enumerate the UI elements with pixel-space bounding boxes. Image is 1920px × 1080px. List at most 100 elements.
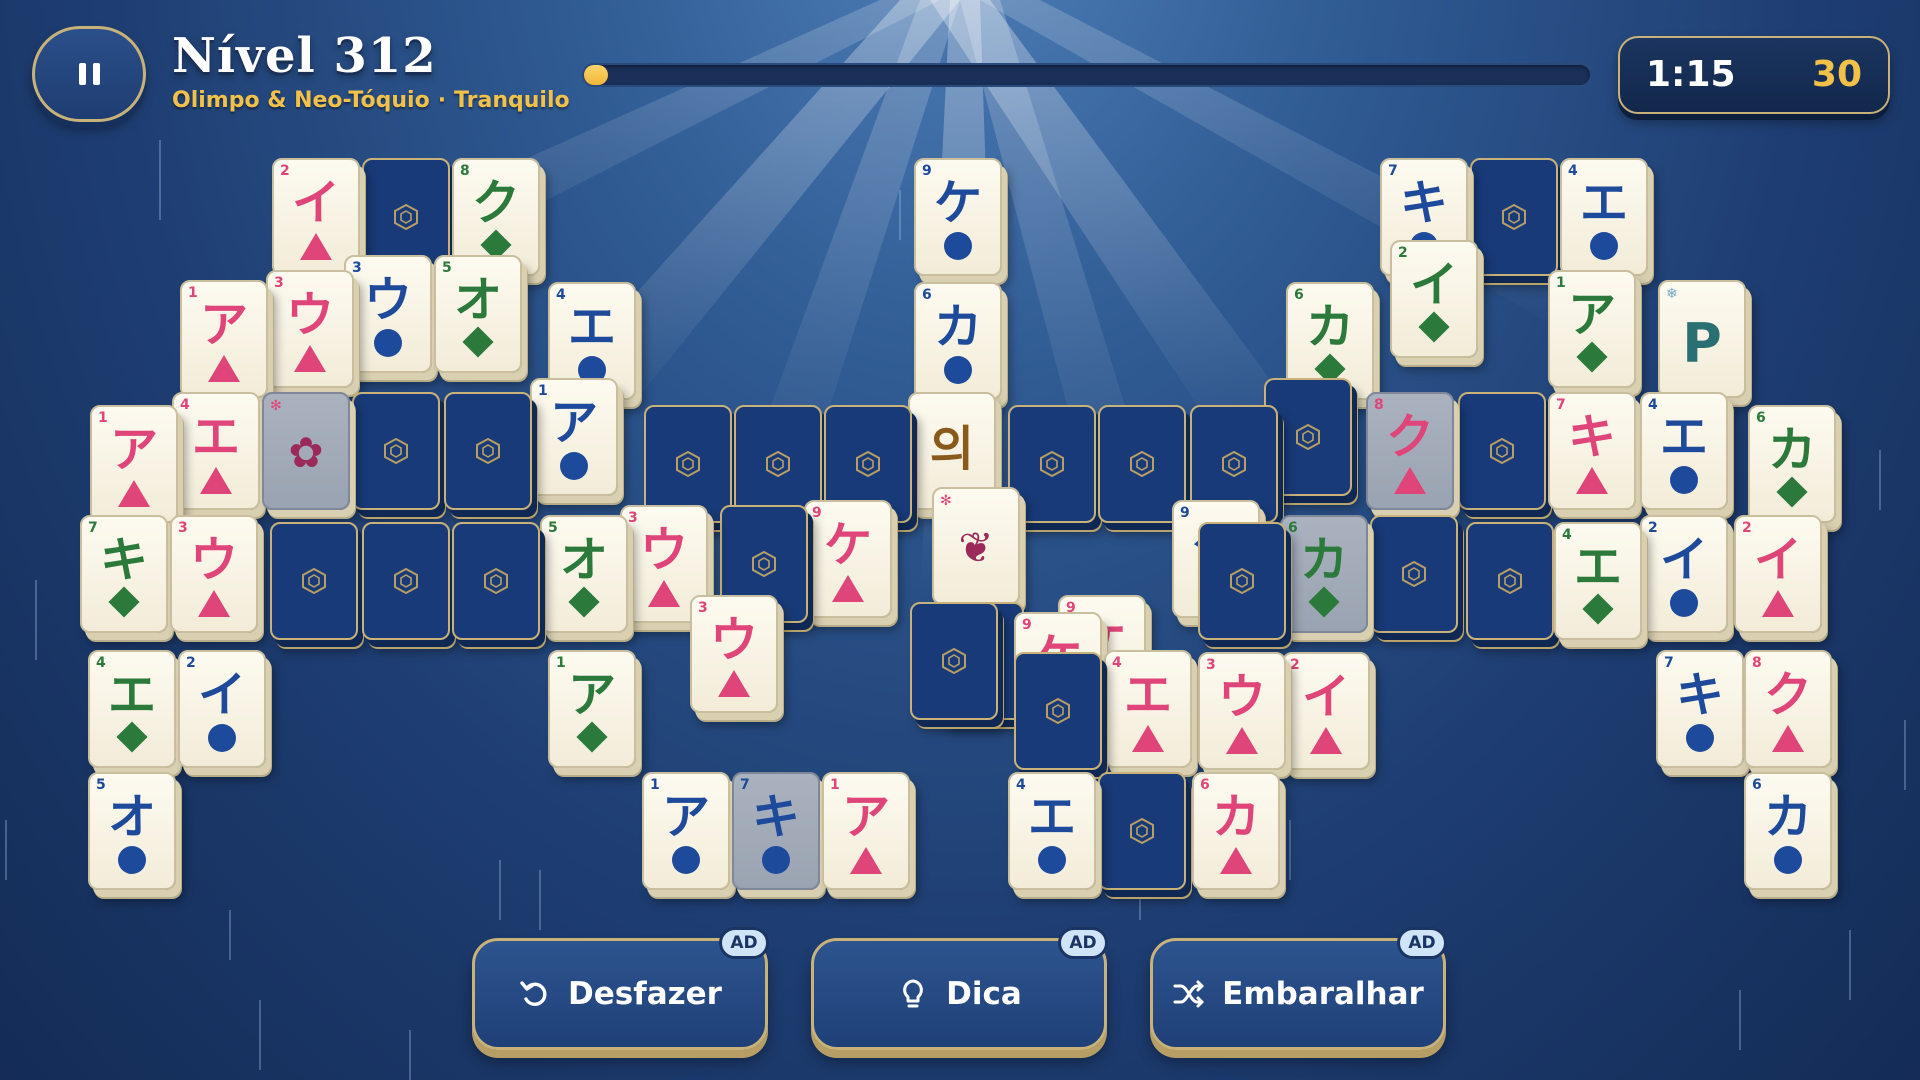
tile-glyph: キ: [1399, 175, 1448, 231]
mahjong-tile[interactable]: 2イ: [1390, 240, 1478, 358]
tile-back[interactable]: [1370, 515, 1458, 633]
tile-glyph: ウ: [189, 532, 238, 588]
mahjong-tile[interactable]: 2イ: [178, 650, 266, 768]
circle-icon: [208, 724, 236, 752]
mahjong-tile[interactable]: 1ア: [90, 405, 178, 523]
tile-back[interactable]: [352, 392, 440, 510]
ad-badge: AD: [1397, 927, 1447, 959]
tile-glyph: キ: [99, 532, 148, 588]
circle-icon: [1686, 724, 1714, 752]
mahjong-tile[interactable]: 1ア: [548, 650, 636, 768]
mahjong-tile[interactable]: 6カ: [1744, 772, 1832, 890]
hint-button[interactable]: Dica AD: [811, 927, 1108, 1050]
hexagon-icon: [1230, 567, 1254, 595]
flower-tag-icon: ✻: [270, 398, 282, 414]
tile-glyph: カ: [1211, 789, 1260, 845]
mahjong-tile[interactable]: 7キ: [80, 515, 168, 633]
circle-icon: [1038, 846, 1066, 874]
tile-back[interactable]: [1466, 522, 1554, 640]
tile-back[interactable]: [910, 602, 998, 720]
diamond-icon: [116, 721, 148, 753]
triangle-icon: [850, 847, 882, 874]
tile-back[interactable]: [270, 522, 358, 640]
mahjong-tile[interactable]: 7キ: [732, 772, 820, 890]
tile-back[interactable]: [1098, 772, 1186, 890]
tile-back[interactable]: [1008, 405, 1096, 523]
hexagon-icon: [476, 437, 500, 465]
circle-icon: [672, 846, 700, 874]
tile-glyph: エ: [567, 299, 616, 355]
tile-back[interactable]: [1470, 158, 1558, 276]
mahjong-tile[interactable]: 3ウ: [690, 595, 778, 713]
tile-back[interactable]: [444, 392, 532, 510]
tile-glyph: ク: [1385, 409, 1434, 465]
undo-button[interactable]: Desfazer AD: [472, 927, 769, 1050]
mahjong-tile[interactable]: 4エ: [172, 392, 260, 510]
mahjong-tile[interactable]: 2イ: [1282, 652, 1370, 770]
tile-back[interactable]: [1014, 652, 1102, 770]
mahjong-tile[interactable]: 5オ: [434, 255, 522, 373]
mahjong-tile[interactable]: 4エ: [1560, 158, 1648, 276]
shuffle-button[interactable]: Embaralhar AD: [1150, 927, 1447, 1050]
mahjong-tile[interactable]: 1ア: [530, 378, 618, 496]
hexagon-icon: [384, 437, 408, 465]
mahjong-tile[interactable]: 7キ: [1548, 392, 1636, 510]
mahjong-tile[interactable]: 1ア: [642, 772, 730, 890]
undo-icon: [520, 981, 547, 1006]
diamond-icon: [1576, 341, 1608, 373]
hexagon-icon: [484, 567, 508, 595]
tile-glyph: ア: [109, 422, 158, 478]
mahjong-tile[interactable]: 9ケ: [804, 500, 892, 618]
mahjong-tile[interactable]: 6カ: [1280, 515, 1368, 633]
flower-icon: ✿: [288, 428, 324, 478]
mahjong-tile[interactable]: 2イ: [1734, 515, 1822, 633]
mahjong-tile[interactable]: 6カ: [914, 282, 1002, 400]
mahjong-tile[interactable]: 9ケ: [914, 158, 1002, 276]
triangle-icon: [1762, 590, 1794, 617]
flower-tile[interactable]: ✻ ✿: [262, 392, 350, 510]
mahjong-tile[interactable]: 8ク: [1366, 392, 1454, 510]
tile-glyph: カ: [1767, 422, 1816, 478]
mahjong-tile[interactable]: 6カ: [1748, 405, 1836, 523]
mahjong-tile[interactable]: 3ウ: [266, 270, 354, 388]
tile-glyph: エ: [191, 409, 240, 465]
mahjong-tile[interactable]: 5オ: [540, 515, 628, 633]
tile-glyph: エ: [1573, 539, 1622, 595]
triangle-icon: [718, 670, 750, 697]
shuffle-label: Embaralhar: [1222, 976, 1424, 1012]
tile-back[interactable]: [362, 522, 450, 640]
triangle-icon: [1220, 847, 1252, 874]
mahjong-tile[interactable]: 6カ: [1192, 772, 1280, 890]
tile-back[interactable]: [1458, 392, 1546, 510]
tile-glyph: エ: [1123, 667, 1172, 723]
season-tile[interactable]: ❄ P: [1658, 280, 1746, 398]
mahjong-tile[interactable]: 4エ: [1104, 650, 1192, 768]
shuffle-icon: [1173, 980, 1204, 1008]
mahjong-tile[interactable]: 1ア: [822, 772, 910, 890]
mahjong-tile[interactable]: 3ウ: [344, 255, 432, 373]
mahjong-tile[interactable]: 3ウ: [1198, 652, 1286, 770]
tile-glyph: オ: [559, 532, 608, 588]
tile-back[interactable]: [1198, 522, 1286, 640]
diamond-icon: [576, 721, 608, 753]
mahjong-tile[interactable]: 7キ: [1656, 650, 1744, 768]
mahjong-tile[interactable]: 1ア: [1548, 270, 1636, 388]
mahjong-tile[interactable]: 8ク: [1744, 650, 1832, 768]
flower-tile[interactable]: ✻ ❦: [932, 487, 1020, 605]
mahjong-tile[interactable]: 4エ: [88, 650, 176, 768]
mahjong-tile[interactable]: 3ウ: [170, 515, 258, 633]
mahjong-tile[interactable]: 4エ: [1554, 522, 1642, 640]
mahjong-tile[interactable]: 4エ: [1008, 772, 1096, 890]
lightbulb-icon: [903, 979, 923, 1008]
tile-glyph: カ: [1299, 532, 1348, 588]
tile-back[interactable]: [452, 522, 540, 640]
hexagon-icon: [1046, 697, 1070, 725]
season-letter: P: [1682, 312, 1722, 375]
mahjong-tile[interactable]: 5オ: [88, 772, 176, 890]
mahjong-tile[interactable]: 4エ: [1640, 392, 1728, 510]
hexagon-icon: [752, 550, 776, 578]
hexagon-icon: [676, 450, 700, 478]
mahjong-tile[interactable]: 1ア: [180, 280, 268, 398]
mahjong-tile[interactable]: 2イ: [1640, 515, 1728, 633]
tile-glyph: オ: [453, 272, 502, 328]
